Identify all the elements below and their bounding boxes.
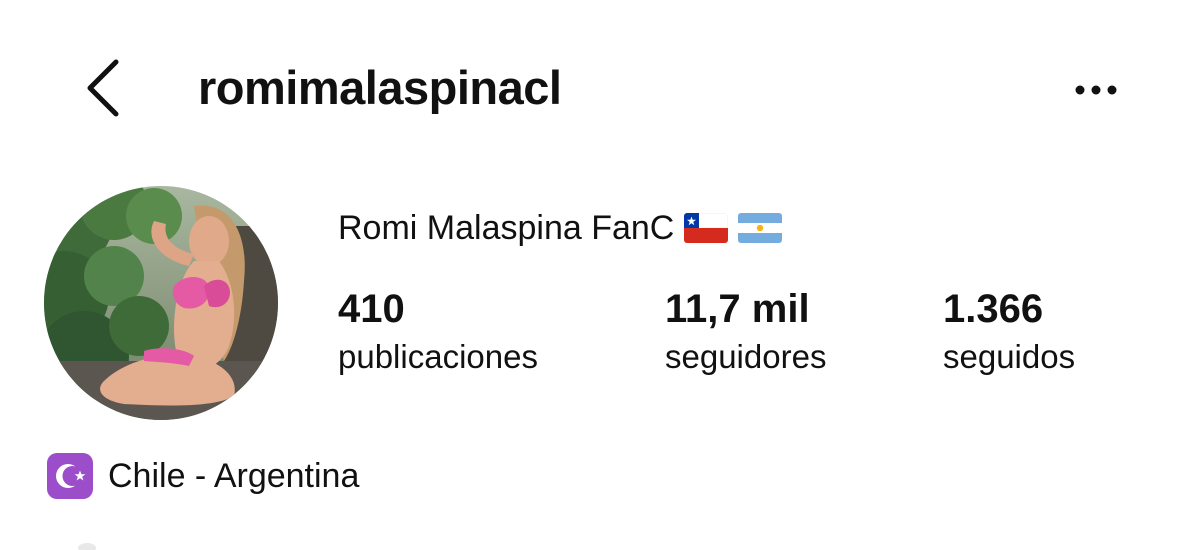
more-options-button[interactable]	[1066, 70, 1126, 110]
display-name-row: Romi Malaspina FanC	[338, 206, 783, 250]
stat-followers[interactable]: 11,7 mil seguidores	[665, 284, 826, 380]
partial-highlight	[78, 543, 96, 550]
stat-posts-value: 410	[338, 287, 405, 331]
argentina-flag-icon	[738, 213, 783, 243]
bio-text: Chile - Argentina	[108, 457, 360, 495]
stat-posts-label: publicaciones	[338, 338, 538, 375]
back-button[interactable]	[78, 56, 128, 120]
bio: Chile - Argentina	[46, 452, 359, 500]
stat-following-value: 1.366	[943, 287, 1044, 331]
stat-followers-value: 11,7 mil	[665, 287, 810, 331]
profile-page: romimalaspinacl Romi Malaspina FanC 410 …	[0, 0, 1200, 550]
display-name: Romi Malaspina FanC	[338, 209, 675, 247]
profile-photo	[44, 186, 278, 420]
stat-posts[interactable]: 410 publicaciones	[338, 284, 538, 380]
profile-username: romimalaspinacl	[198, 61, 562, 114]
star-and-crescent-icon	[47, 453, 93, 499]
chevron-left-icon	[87, 59, 119, 117]
stat-following[interactable]: 1.366 seguidos	[943, 284, 1075, 380]
stat-followers-label: seguidores	[665, 338, 827, 375]
more-horizontal-icon	[1075, 85, 1117, 95]
stat-following-label: seguidos	[943, 338, 1076, 375]
chile-flag-icon	[684, 213, 729, 243]
avatar[interactable]	[44, 186, 278, 420]
